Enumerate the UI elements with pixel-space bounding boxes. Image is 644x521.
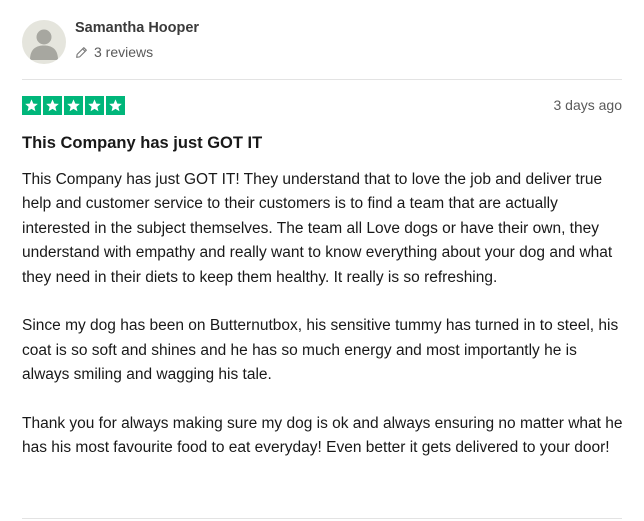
star-icon xyxy=(64,96,83,115)
header-divider xyxy=(22,79,622,80)
review-body: This Company has just GOT IT! They under… xyxy=(22,168,626,461)
footer-divider xyxy=(22,518,622,519)
reviewer-name[interactable]: Samantha Hooper xyxy=(75,20,199,36)
review-paragraph: Since my dog has been on Butternutbox, h… xyxy=(22,317,619,384)
reviews-count-label: 3 reviews xyxy=(94,44,154,60)
reviewer-header: Samantha Hooper 3 reviews xyxy=(22,16,622,72)
star-icon xyxy=(22,96,41,115)
review-title: This Company has just GOT IT xyxy=(22,134,263,152)
review-paragraph: Thank you for always making sure my dog … xyxy=(22,415,623,457)
star-icon xyxy=(85,96,104,115)
star-rating xyxy=(22,96,125,115)
default-user-icon[interactable] xyxy=(22,20,66,64)
star-icon xyxy=(106,96,125,115)
pencil-icon xyxy=(75,46,88,59)
review-paragraph: This Company has just GOT IT! They under… xyxy=(22,171,613,286)
reviewer-reviews-count: 3 reviews xyxy=(75,44,153,60)
review-date: 3 days ago xyxy=(553,97,623,113)
star-icon xyxy=(43,96,62,115)
